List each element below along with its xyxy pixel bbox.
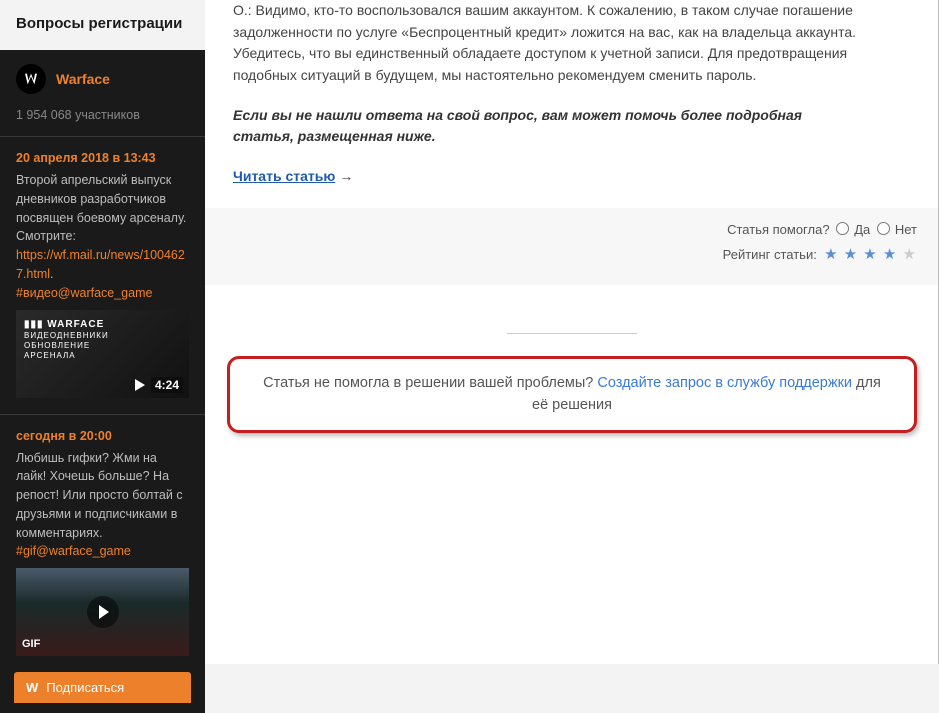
feedback-yes-label[interactable]: Да (854, 222, 870, 237)
feedback-helped-label: Статья помогла? (727, 222, 829, 237)
widget-post: сегодня в 20:00 Любишь гифки? Жми на лай… (16, 429, 189, 657)
video-thumbnail[interactable]: ▮▮▮ WARFACE ВИДЕОДНЕВНИКИ ОБНОВЛЕНИЕ АРС… (16, 310, 189, 398)
gif-label: GIF (22, 638, 40, 650)
rating-stars[interactable]: ★ ★ ★ ★ ★ (824, 246, 917, 263)
widget-header[interactable]: Warface (16, 64, 189, 94)
widget-post: 20 апреля 2018 в 13:43 Второй апрельский… (16, 151, 189, 398)
post-text: Любишь гифки? Жми на лайк! Хочешь больше… (16, 449, 189, 543)
feedback-helped-row: Статья помогла? Да Нет (227, 222, 917, 237)
post-hashtag[interactable]: #видео@warface_game (16, 286, 189, 300)
vk-icon: W (26, 680, 38, 695)
video-duration: 4:24 (151, 377, 183, 393)
feedback-no-radio[interactable] (877, 222, 890, 235)
create-support-request-link[interactable]: Создайте запрос в службу поддержки (597, 375, 852, 391)
support-callout: Статья не помогла в решении вашей пробле… (227, 356, 917, 434)
post-hashtag[interactable]: #gif@warface_game (16, 544, 189, 558)
feedback-no-label[interactable]: Нет (895, 222, 917, 237)
warface-logo-icon (16, 64, 46, 94)
widget-name[interactable]: Warface (56, 71, 110, 87)
article-paragraph: О.: Видимо, кто-то воспользовался вашим … (233, 0, 863, 87)
feedback-yes-radio[interactable] (836, 222, 849, 235)
sidebar: Вопросы регистрации Warface 1 954 068 уч… (0, 0, 205, 664)
read-more-link[interactable]: Читать статью (233, 168, 335, 184)
arrow-right-icon: → (339, 168, 353, 184)
play-icon (135, 379, 145, 391)
feedback-panel: Статья помогла? Да Нет Рейтинг статьи: ★… (205, 208, 939, 285)
feedback-rating-row: Рейтинг статьи: ★ ★ ★ ★ ★ (227, 245, 917, 263)
community-widget: Warface 1 954 068 участников 20 апреля 2… (0, 50, 205, 713)
post-date: сегодня в 20:00 (16, 429, 189, 443)
gif-thumbnail[interactable]: GIF (16, 568, 189, 656)
separator (507, 333, 637, 334)
post-link[interactable]: https://wf.mail.ru/news/1004627.html (16, 248, 185, 281)
video-overlay-text: ▮▮▮ WARFACE ВИДЕОДНЕВНИКИ ОБНОВЛЕНИЕ АРС… (24, 318, 109, 362)
article-paragraph-emphasis: Если вы не нашли ответа на свой вопрос, … (233, 105, 863, 148)
article-body: О.: Видимо, кто-то воспользовался вашим … (205, 0, 885, 188)
post-text: Второй апрельский выпуск дневников разра… (16, 171, 189, 284)
main-content: О.: Видимо, кто-то воспользовался вашим … (205, 0, 939, 664)
play-icon (87, 596, 119, 628)
callout-text-before: Статья не помогла в решении вашей пробле… (263, 375, 597, 391)
subscribe-button[interactable]: W Подписаться (14, 672, 191, 703)
sidebar-title: Вопросы регистрации (0, 0, 205, 50)
subscriber-count: 1 954 068 участников (16, 108, 189, 122)
post-date: 20 апреля 2018 в 13:43 (16, 151, 189, 165)
feedback-rating-label: Рейтинг статьи: (723, 247, 817, 262)
